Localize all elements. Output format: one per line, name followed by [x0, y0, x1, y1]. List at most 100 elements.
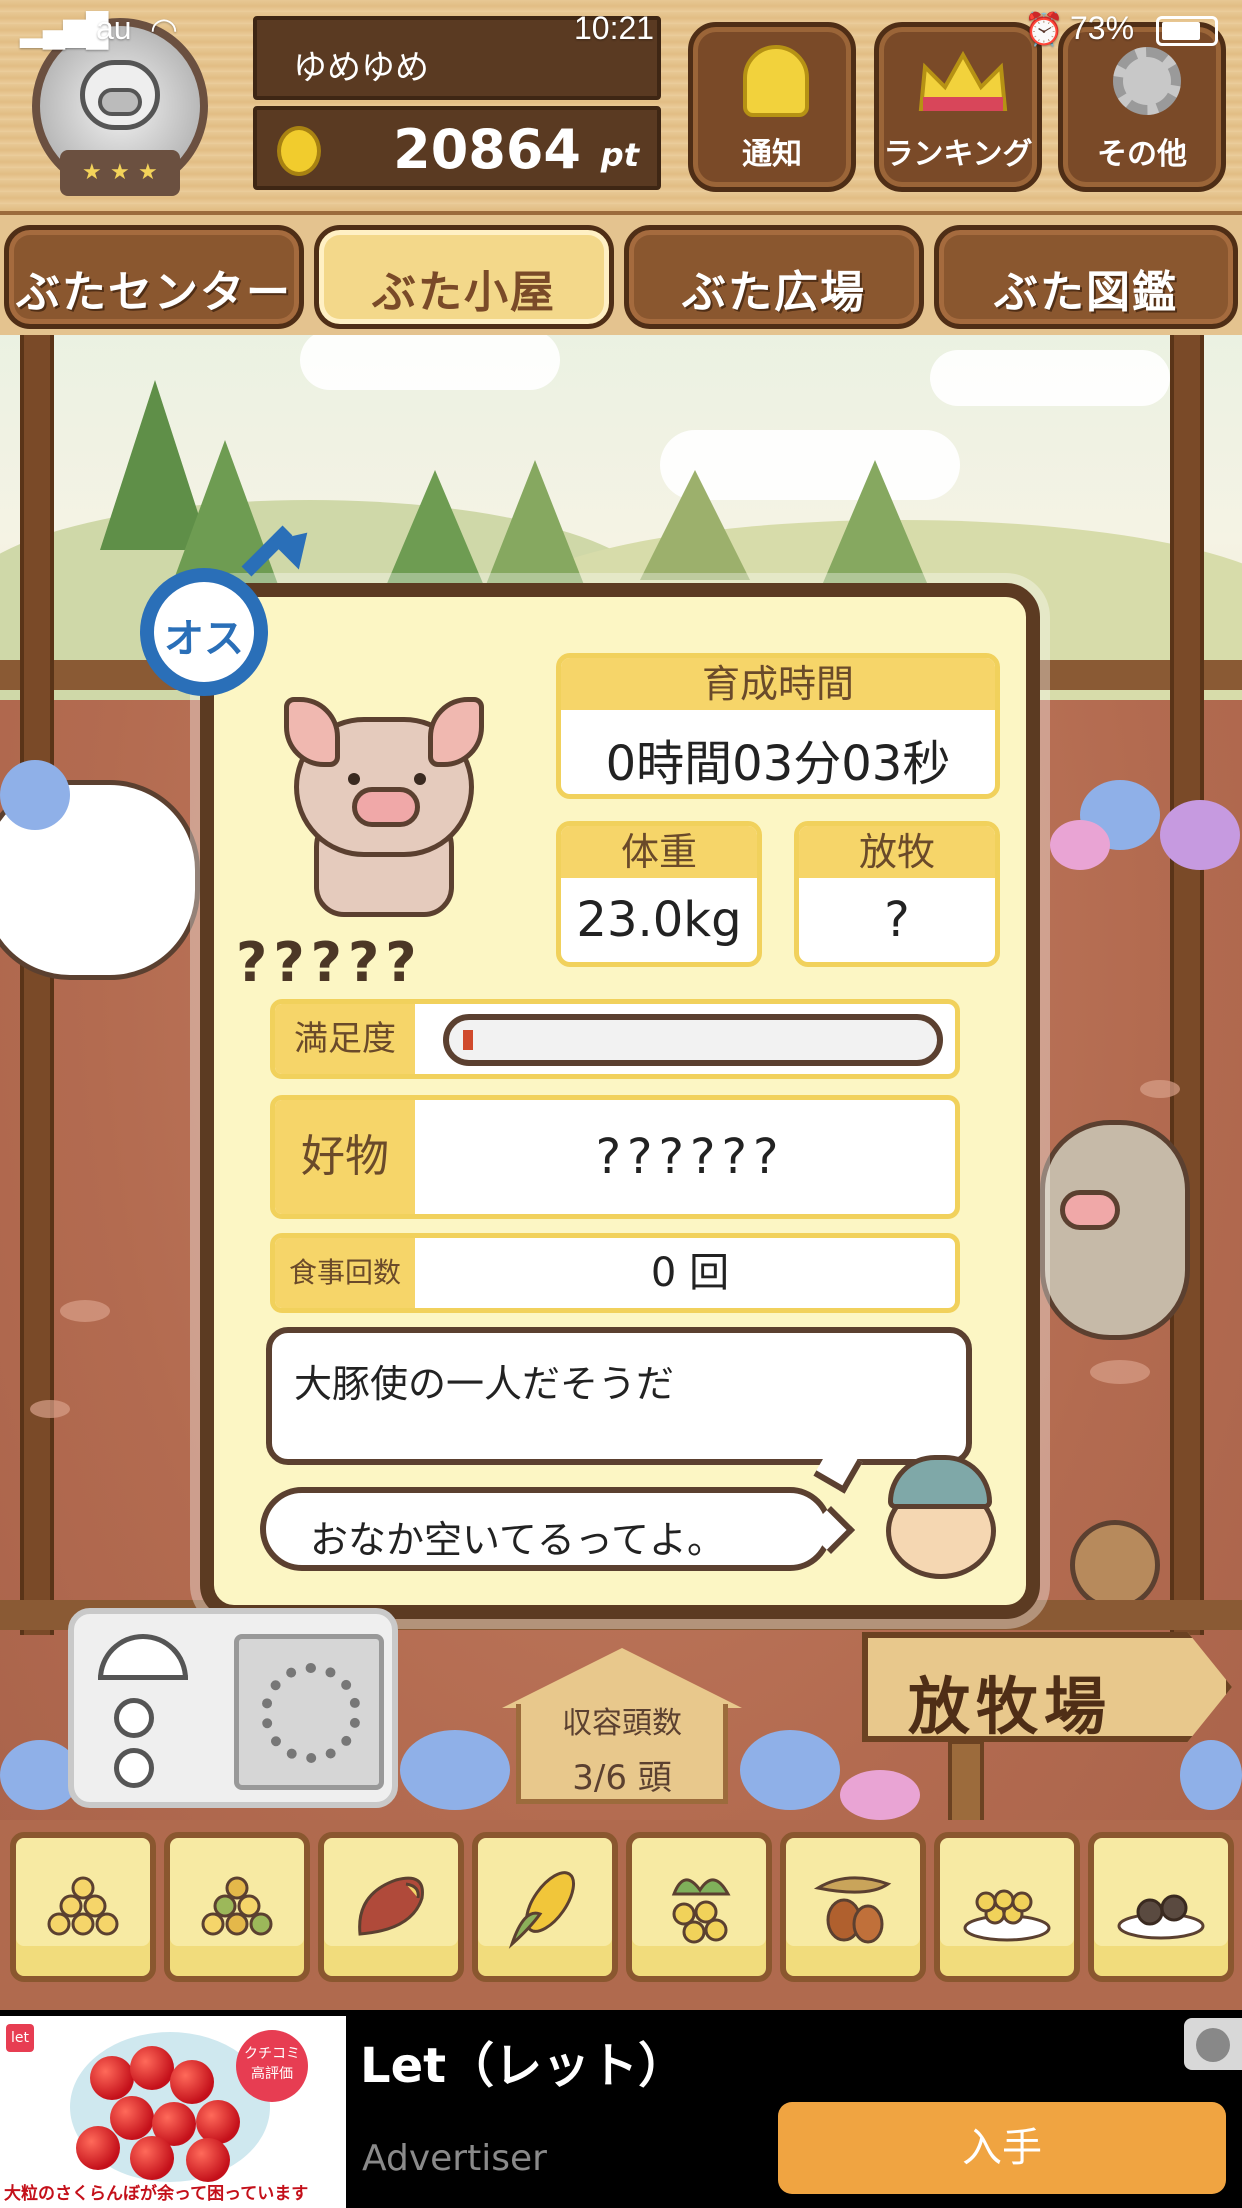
ad-image-caption: 大粒のさくらんぼが余って困っています [4, 2184, 309, 2204]
points-box: 20864 pt [253, 106, 661, 190]
pebble [1090, 1360, 1150, 1384]
clock: 10:21 [574, 10, 655, 46]
tree [480, 460, 590, 600]
growth-time-value: 0時間03分03秒 [605, 736, 951, 792]
pig-name: ????? [236, 931, 423, 994]
tab-buta-encyclopedia[interactable]: ぶた図鑑 [934, 225, 1238, 329]
grazing-box: 放牧 ? [794, 821, 1000, 967]
satisfaction-label: 満足度 [275, 1004, 415, 1074]
food-slot-acorn[interactable] [780, 1832, 926, 1982]
food-slot-grain-mixed[interactable] [164, 1832, 310, 1982]
ad-banner[interactable]: let クチコミ 高評価 大粒のさくらんぼが余って困っています Let（レット）… [0, 2010, 1242, 2208]
meals-row: 食事回数 0 回 [270, 1233, 960, 1313]
farmer-speech-bubble: おなか空いてるってよ。 [260, 1487, 856, 1571]
pebble [60, 1300, 110, 1322]
carrier-label: au [96, 10, 132, 46]
tab-buta-center[interactable]: ぶたセンター [4, 225, 304, 329]
alarm-icon: ⏰ [1024, 11, 1064, 47]
tab-buta-square[interactable]: ぶた広場 [624, 225, 924, 329]
ad-logo: let [6, 2024, 34, 2052]
flower [400, 1730, 510, 1810]
grain-mixed-icon [201, 1876, 273, 1936]
capacity-value: 3/6 頭 [572, 1758, 672, 1798]
pebble [1140, 1080, 1180, 1098]
food-slot-sweet-potato[interactable] [318, 1832, 464, 1982]
satisfaction-fill [463, 1030, 473, 1050]
tab-buta-hut[interactable]: ぶた小屋 [314, 225, 614, 329]
flower [740, 1730, 840, 1810]
tab-label: ぶた図鑑 [994, 267, 1178, 318]
climate-control-panel[interactable] [68, 1608, 398, 1808]
cloud [930, 350, 1170, 406]
food-slot-truffle-plate[interactable] [1088, 1832, 1234, 1982]
points-unit: pt [600, 136, 639, 174]
pasture-label: 放牧場 [908, 1670, 1113, 1743]
notify-label: 通知 [742, 137, 802, 172]
gauge-icon [98, 1634, 188, 1680]
meals-label: 食事回数 [275, 1238, 415, 1308]
fan-icon [234, 1634, 384, 1790]
battery-percent: 73% [1070, 10, 1135, 46]
capacity-label: 収容頭数 [562, 1706, 682, 1741]
dial-icon [114, 1698, 154, 1738]
gate-post-left [20, 335, 54, 1635]
points-value: 20864 [393, 118, 581, 181]
growth-time-box: 育成時間 0時間03分03秒 [556, 653, 1000, 799]
main-tabs: ぶたセンター ぶた小屋 ぶた広場 ぶた図鑑 [0, 215, 1242, 335]
pig-detail-card[interactable]: ????? 育成時間 0時間03分03秒 体重 23.0kg 放牧 ? 満足度 … [200, 583, 1040, 1619]
growth-time-label: 育成時間 [561, 658, 995, 710]
food-toolbar [0, 1820, 1242, 2010]
pig-background [1040, 1120, 1190, 1340]
grazing-label: 放牧 [799, 826, 995, 878]
pig-snout [1060, 1190, 1120, 1230]
flower [1160, 800, 1240, 870]
weight-box: 体重 23.0kg [556, 821, 762, 967]
food-slot-berries[interactable] [626, 1832, 772, 1982]
weight-label: 体重 [561, 826, 757, 878]
truffle-plate-icon [1117, 1894, 1205, 1940]
battery-icon [1156, 16, 1218, 46]
flower [1050, 820, 1110, 870]
description-text: 大豚使の一人だそうだ [294, 1362, 675, 1406]
ad-stamp: クチコミ 高評価 [236, 2030, 308, 2102]
pasture-button[interactable]: 放牧場 [862, 1632, 1232, 1742]
tab-label: ぶた小屋 [372, 267, 556, 318]
grazing-value: ? [884, 892, 910, 948]
food-slot-grain-plate[interactable] [934, 1832, 1080, 1982]
capacity-sign: 収容頭数 3/6 頭 [502, 1648, 742, 1808]
food-slot-grain-small[interactable] [10, 1832, 156, 1982]
ad-get-button[interactable]: 入手 [778, 2102, 1226, 2194]
acorn-icon [813, 1876, 892, 1944]
tree [820, 460, 930, 590]
signal-icon: ▂▄▆█ [20, 11, 109, 47]
food-slot-corn[interactable] [472, 1832, 618, 1982]
dial-icon [114, 1748, 154, 1788]
farmer-speech-text: おなか空いてるってよ。 [310, 1518, 725, 1562]
tab-label: ぶたセンター [16, 267, 292, 318]
cloud [300, 330, 560, 390]
gate-post-right [1170, 335, 1204, 1635]
corn-icon [508, 1871, 575, 1949]
description-bubble: 大豚使の一人だそうだ [266, 1327, 972, 1494]
flower [1180, 1740, 1242, 1810]
favorite-value: ?????? [595, 1129, 785, 1185]
sweet-potato-icon [358, 1876, 424, 1936]
coin-icon [277, 126, 321, 176]
ad-image[interactable]: let クチコミ 高評価 大粒のさくらんぼが余って困っています [0, 2016, 346, 2208]
flower [840, 1770, 920, 1820]
satisfaction-row: 満足度 [270, 999, 960, 1079]
tree [640, 470, 750, 580]
grain-plate-icon [963, 1889, 1051, 1942]
tab-label: ぶた広場 [682, 267, 866, 318]
ad-title[interactable]: Let（レット） [360, 2026, 686, 2096]
flower [0, 760, 70, 830]
weight-value: 23.0kg [576, 892, 742, 948]
pebble [30, 1400, 70, 1418]
wifi-icon: ◠ [150, 11, 178, 47]
other-label: その他 [1097, 137, 1187, 172]
male-icon: オス [138, 518, 322, 698]
satisfaction-bar [443, 1014, 943, 1066]
ad-info-icon[interactable] [1184, 2018, 1242, 2070]
tree [380, 470, 490, 600]
status-bar: ▂▄▆█ au ◠ 10:21 ⏰ 73% [0, 0, 1242, 64]
